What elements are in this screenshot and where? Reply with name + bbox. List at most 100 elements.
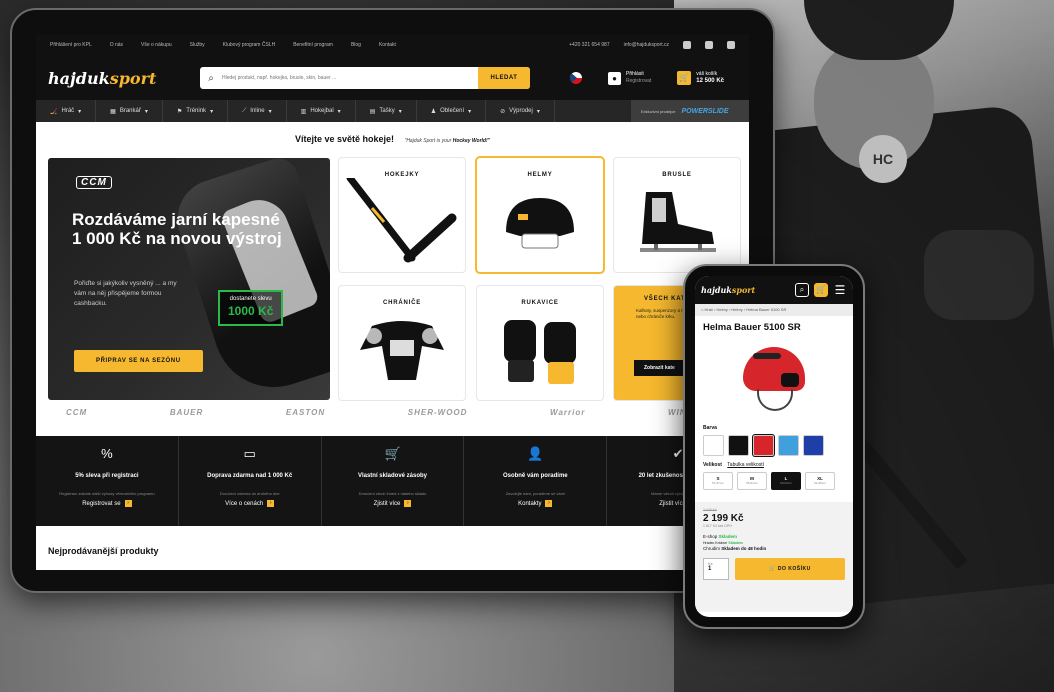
- language-flag-icon[interactable]: [570, 72, 582, 84]
- main-nav: 🏒 Hráč ▾ ▦ Brankář ▾ ⚑ Trénink ▾ ⟋ Inlin…: [36, 100, 749, 122]
- youtube-icon[interactable]: [727, 41, 735, 49]
- brand-bauer[interactable]: BAUER: [170, 408, 203, 417]
- size-option[interactable]: XL 61-65cm: [805, 472, 835, 490]
- nav-item-hrac[interactable]: 🏒 Hráč ▾: [36, 100, 97, 122]
- size-picker: S 51-57cm M 55-61cm L 59-64cm XL 61-65cm: [695, 468, 853, 494]
- feature-link[interactable]: Zjistit více›: [322, 500, 464, 507]
- cart-icon: 🛒: [677, 71, 692, 85]
- nav-item-brankar[interactable]: ▦ Brankář ▾: [96, 100, 163, 122]
- phone-device: hajduksport ⌕ 🛒 ☰ ⌂ Hráč › Helmy › Helmy…: [683, 264, 865, 629]
- nav-item-trenink[interactable]: ⚑ Trénink ▾: [163, 100, 229, 122]
- nav-item-obleceni[interactable]: ♟ Oblečení ▾: [417, 100, 487, 122]
- topbar-link[interactable]: Kontakt: [379, 42, 396, 48]
- menu-icon[interactable]: ☰: [833, 283, 847, 297]
- stock-info: E-shop Skladem Hradec Králové Skladem Ch…: [703, 534, 767, 551]
- brand-easton[interactable]: EASTON: [286, 408, 325, 417]
- hero-headline: Rozdáváme jarní kapesné 1 000 Kč na novo…: [72, 210, 282, 248]
- desktop-site: Přihlášení pro KPL O nás Vše o nákupu Sl…: [36, 34, 749, 570]
- instagram-icon[interactable]: [683, 41, 691, 49]
- price: 2 199 Kč: [703, 513, 744, 524]
- cart-total: 12 500 Kč: [696, 78, 724, 84]
- nav-item-inline[interactable]: ⟋ Inline ▾: [228, 100, 287, 122]
- welcome-heading: Vítejte ve světě hokeje! "Hajduk Sport i…: [294, 134, 491, 144]
- brand-ccm[interactable]: CCM: [66, 408, 87, 417]
- topbar-link[interactable]: Přihlášení pro KPL: [50, 42, 92, 48]
- shoulder-pads-image: [360, 321, 444, 380]
- ccm-logo: CCM: [76, 176, 112, 189]
- brand-strip: CCM BAUER EASTON SHER-WOOD Warrior WINNW…: [48, 408, 738, 417]
- feature-link[interactable]: Více o cenách ›: [179, 500, 321, 507]
- person-icon: 👤: [527, 446, 544, 461]
- login-link[interactable]: ● Přihlásit Registrovat: [608, 71, 651, 85]
- top-bar: Přihlášení pro KPL O nás Vše o nákupu Sl…: [36, 34, 749, 56]
- nav-item-vyprodej[interactable]: ⊘ Výprodej ▾: [486, 100, 555, 122]
- size-option[interactable]: S 51-57cm: [703, 472, 733, 490]
- brand-warrior[interactable]: Warrior: [550, 408, 585, 417]
- tablet-device: Přihlášení pro KPL O nás Vše o nákupu Sl…: [10, 8, 775, 593]
- features-strip: % 5% sleva při registraci Registrací zís…: [36, 436, 749, 526]
- breadcrumb[interactable]: ⌂ Hráč › Helmy › Helmy › Helma Bauer 510…: [695, 304, 853, 316]
- topbar-link[interactable]: O nás: [110, 42, 123, 48]
- buy-row: Ks 1 🛒 DO KOŠÍKU: [703, 558, 845, 580]
- topbar-email[interactable]: info@hajduksport.cz: [624, 42, 669, 48]
- gloves-image: [504, 320, 576, 384]
- search-icon: ⌕: [208, 72, 214, 84]
- tag-icon: %: [101, 446, 113, 461]
- feature-link[interactable]: Kontakty ›: [464, 500, 606, 507]
- skate-icon: [640, 192, 716, 252]
- hero-banner[interactable]: CCM Rozdáváme jarní kapesné 1 000 Kč na …: [48, 158, 330, 400]
- size-option-selected[interactable]: L 59-64cm: [771, 472, 801, 490]
- feature-item: 🛒 Vlastní skladové zásoby Doručení zboží…: [322, 436, 465, 526]
- feature-item: 👤 Osobně vám poradíme Zavolejte nám, por…: [464, 436, 608, 526]
- user-icon: ●: [608, 71, 621, 85]
- size-chart-link[interactable]: Tabulka velikostí: [727, 462, 764, 468]
- product-title: Helma Bauer 5100 SR: [703, 322, 801, 333]
- topbar-link[interactable]: Služby: [190, 42, 205, 48]
- color-swatch-navy[interactable]: [803, 435, 824, 456]
- site-header: hajduksport ⌕ HLEDAT ● PřihlásitRegistro…: [36, 56, 749, 100]
- discount-badge: dostanete slevu 1000 Kč: [218, 290, 284, 326]
- mobile-site: hajduksport ⌕ 🛒 ☰ ⌂ Hráč › Helmy › Helmy…: [695, 276, 853, 617]
- color-swatch-light-blue[interactable]: [778, 435, 799, 456]
- cart-icon[interactable]: 🛒: [814, 283, 828, 297]
- topbar-link[interactable]: Benefitní program: [293, 42, 333, 48]
- category-helmy[interactable]: HELMY: [477, 158, 603, 272]
- search-input[interactable]: [222, 75, 478, 81]
- delivery-icon: ▭: [243, 446, 256, 461]
- powerslide-promo[interactable]: Exkluzivní prodejce POWERSLIDE: [631, 100, 749, 122]
- color-swatch-black[interactable]: [728, 435, 749, 456]
- bestsellers-heading: Nejprodávanější produkty: [48, 546, 159, 556]
- hockey-stick-image: [346, 178, 457, 263]
- category-hokejky[interactable]: HOKEJKY: [339, 158, 465, 272]
- size-option[interactable]: M 55-61cm: [737, 472, 767, 490]
- color-picker: [695, 431, 853, 460]
- add-to-cart-button[interactable]: 🛒 DO KOŠÍKU: [735, 558, 845, 580]
- search-bar: ⌕ HLEDAT: [200, 67, 530, 89]
- search-icon[interactable]: ⌕: [795, 283, 809, 297]
- nav-item-hokejbal[interactable]: ▥ Hokejbal ▾: [287, 100, 356, 122]
- topbar-link[interactable]: Klubový program ČSLH: [223, 42, 276, 48]
- brand-sherwood[interactable]: SHER-WOOD: [408, 408, 468, 417]
- category-rukavice[interactable]: RUKAVICE: [477, 286, 603, 400]
- feature-item: ▭ Doprava zdarma nad 1 000 Kč Doručení z…: [179, 436, 322, 526]
- color-swatch-red[interactable]: [753, 435, 774, 456]
- feature-item: % 5% sleva při registraci Registrací zís…: [36, 436, 179, 526]
- site-logo[interactable]: hajduksport: [48, 69, 188, 88]
- search-button[interactable]: HLEDAT: [478, 67, 530, 89]
- topbar-link[interactable]: Blog: [351, 42, 361, 48]
- hero-cta-button[interactable]: PŘIPRAV SE NA SEZÓNU: [74, 350, 203, 372]
- facebook-icon[interactable]: [705, 41, 713, 49]
- category-chranice[interactable]: CHRÁNIČE: [339, 286, 465, 400]
- nav-item-tasky[interactable]: ▤ Tašky ▾: [356, 100, 417, 122]
- quantity-input[interactable]: Ks 1: [703, 558, 729, 580]
- color-swatch-white[interactable]: [703, 435, 724, 456]
- feature-link[interactable]: Registrovat se ›: [36, 500, 178, 507]
- topbar-link[interactable]: Vše o nákupu: [141, 42, 172, 48]
- topbar-phone[interactable]: +420 321 654 987: [569, 42, 609, 48]
- mobile-logo[interactable]: hajduksport: [701, 285, 790, 295]
- show-categories-button[interactable]: Zobrazit kate: [634, 360, 685, 376]
- cart-icon: 🛒: [384, 446, 401, 461]
- cart-button[interactable]: 🛒 váš košík 12 500 Kč: [677, 71, 724, 85]
- category-brusle[interactable]: BRUSLE: [614, 158, 740, 272]
- old-price: 2 449 Kč: [703, 508, 717, 512]
